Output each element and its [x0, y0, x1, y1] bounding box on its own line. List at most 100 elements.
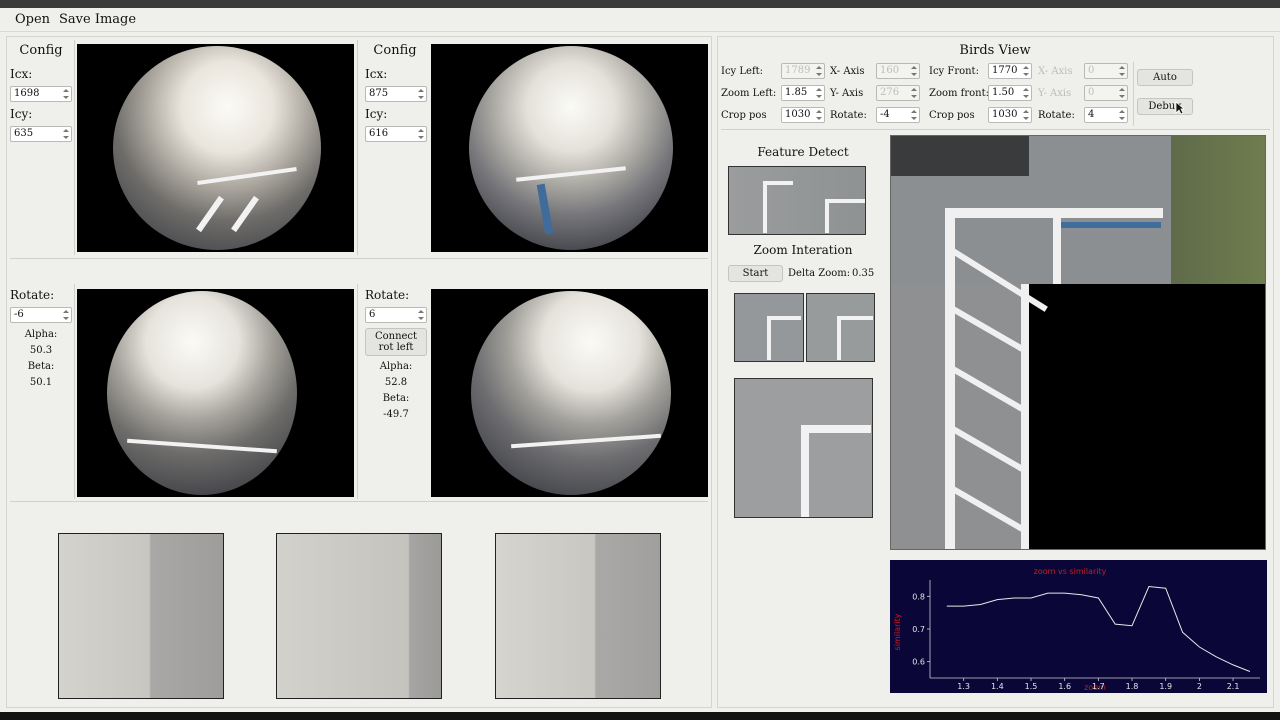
- config-title-right: Config: [373, 43, 417, 58]
- spin-arrows-icon[interactable]: [1022, 65, 1030, 77]
- horizontal-separator: [721, 129, 1270, 130]
- spin-arrows-icon[interactable]: [1022, 109, 1030, 121]
- zoom-iteration-image-a: [734, 293, 804, 362]
- beta-value-left: 50.1: [29, 377, 53, 388]
- plot-x-tick-label: 1.4: [991, 682, 1004, 691]
- rotate-spinbox-left[interactable]: -6: [10, 307, 72, 323]
- x-axis-front-spinbox[interactable]: 0: [1084, 63, 1128, 79]
- icy-left-spinbox[interactable]: 1789: [781, 63, 825, 79]
- spin-arrows-icon[interactable]: [62, 128, 70, 140]
- zoom-front-spinbox[interactable]: 1.50: [988, 85, 1032, 101]
- crop-image-3: [495, 533, 661, 699]
- fisheye-image-left-rotated: [77, 289, 354, 497]
- icy-left-label: Icy Left:: [721, 66, 764, 77]
- icx-spinbox-left[interactable]: 1698: [10, 86, 72, 102]
- alpha-label-left: Alpha:: [24, 329, 58, 340]
- vertical-separator: [1133, 62, 1134, 126]
- beta-label-right: Beta:: [382, 393, 410, 404]
- zoom-iteration-image-b: [806, 293, 875, 362]
- icx-spinbox-right[interactable]: 875: [365, 86, 427, 102]
- spin-arrows-icon[interactable]: [815, 65, 823, 77]
- zoom-left-label: Zoom Left:: [721, 88, 777, 99]
- zoom-iteration-image-large: [734, 378, 873, 518]
- vertical-separator: [357, 284, 358, 499]
- plot-x-tick-label: 1.9: [1159, 682, 1172, 691]
- fisheye-image-right-raw: [431, 44, 708, 252]
- y-axis-front-spinbox[interactable]: 0: [1084, 85, 1128, 101]
- icx-label-right: Icx:: [365, 67, 388, 81]
- config-title-left: Config: [19, 43, 63, 58]
- spin-arrows-icon[interactable]: [62, 88, 70, 100]
- rotate-front-spinbox[interactable]: 4: [1084, 107, 1128, 123]
- spin-arrows-icon[interactable]: [910, 87, 918, 99]
- zoom-front-label: Zoom front:: [929, 88, 989, 99]
- rotate-left-spinbox[interactable]: -4: [876, 107, 920, 123]
- x-axis-left-spinbox[interactable]: 160: [876, 63, 920, 79]
- icy-spinbox-right[interactable]: 616: [365, 126, 427, 142]
- y-axis-left-label: Y- Axis: [830, 88, 864, 99]
- zoom-iteration-title: Zoom Interation: [753, 243, 853, 257]
- x-axis-left-label: X- Axis: [830, 66, 865, 77]
- mouse-cursor-icon: [1175, 101, 1185, 115]
- rotate-label-left: Rotate:: [10, 288, 55, 302]
- similarity-plot: zoom vs similarity zoom similarity 1.3 1.…: [890, 560, 1267, 693]
- icy-spinbox-left[interactable]: 635: [10, 126, 72, 142]
- icy-front-label: Icy Front:: [929, 66, 979, 77]
- crop-image-1: [58, 533, 224, 699]
- alpha-label-right: Alpha:: [379, 361, 413, 372]
- plot-ylabel: similarity: [893, 613, 902, 650]
- vertical-separator: [74, 284, 75, 499]
- plot-x-tick-label: 2.1: [1227, 682, 1240, 691]
- vertical-separator: [74, 40, 75, 255]
- plot-y-tick-label: 0.7: [912, 625, 925, 634]
- rotate-left-label: Rotate:: [830, 110, 867, 121]
- spin-arrows-icon[interactable]: [815, 87, 823, 99]
- spin-arrows-icon[interactable]: [815, 109, 823, 121]
- bottom-strip: [0, 712, 1280, 720]
- beta-label-left: Beta:: [27, 361, 55, 372]
- title-bar-strip: [0, 0, 1280, 8]
- y-axis-front-label: Y- Axis: [1038, 88, 1072, 99]
- zoom-left-spinbox[interactable]: 1.85: [781, 85, 825, 101]
- crop-image-2: [276, 533, 442, 699]
- spin-arrows-icon[interactable]: [1022, 87, 1030, 99]
- beta-value-right: -49.7: [383, 409, 409, 420]
- icy-label-right: Icy:: [365, 107, 388, 121]
- connect-rot-left-button[interactable]: Connect rot left: [365, 328, 427, 356]
- alpha-value-right: 52.8: [384, 377, 408, 388]
- spin-arrows-icon[interactable]: [417, 309, 425, 321]
- similarity-plot-svg: zoom vs similarity zoom similarity 1.3 1.…: [890, 560, 1267, 693]
- menu-open[interactable]: Open: [15, 12, 50, 27]
- rotate-spinbox-right[interactable]: 6: [365, 307, 427, 323]
- y-axis-left-spinbox[interactable]: 276: [876, 85, 920, 101]
- horizontal-separator: [10, 258, 708, 259]
- plot-x-tick-label: 1.8: [1126, 682, 1139, 691]
- spin-arrows-icon[interactable]: [1118, 87, 1126, 99]
- alpha-value-left: 50.3: [29, 345, 53, 356]
- feature-detect-title: Feature Detect: [757, 145, 849, 159]
- vertical-separator: [357, 40, 358, 255]
- spin-arrows-icon[interactable]: [1118, 65, 1126, 77]
- crop-pos-left-label: Crop pos: [721, 110, 767, 121]
- plot-x-tick-label: 2: [1197, 682, 1202, 691]
- spin-arrows-icon[interactable]: [62, 309, 70, 321]
- icy-front-spinbox[interactable]: 1770: [988, 63, 1032, 79]
- plot-y-tick-label: 0.8: [912, 592, 925, 601]
- feature-detect-image: [728, 166, 866, 235]
- spin-arrows-icon[interactable]: [1118, 109, 1126, 121]
- crop-pos-front-spinbox[interactable]: 1030: [988, 107, 1032, 123]
- plot-x-tick-label: 1.6: [1058, 682, 1071, 691]
- fisheye-image-left-raw: [77, 44, 354, 252]
- auto-button[interactable]: Auto: [1137, 69, 1193, 86]
- spin-arrows-icon[interactable]: [910, 109, 918, 121]
- spin-arrows-icon[interactable]: [417, 88, 425, 100]
- start-button[interactable]: Start: [728, 265, 783, 282]
- menu-bar: Open Save Image: [0, 8, 1280, 32]
- spin-arrows-icon[interactable]: [910, 65, 918, 77]
- rotate-front-label: Rotate:: [1038, 110, 1075, 121]
- spin-arrows-icon[interactable]: [417, 128, 425, 140]
- delta-zoom-label: Delta Zoom:: [788, 268, 851, 279]
- main-window: Config Icx: 1698 Icy: 635 Config Icx: 87…: [0, 32, 1280, 712]
- menu-save-image[interactable]: Save Image: [59, 12, 136, 27]
- crop-pos-left-spinbox[interactable]: 1030: [781, 107, 825, 123]
